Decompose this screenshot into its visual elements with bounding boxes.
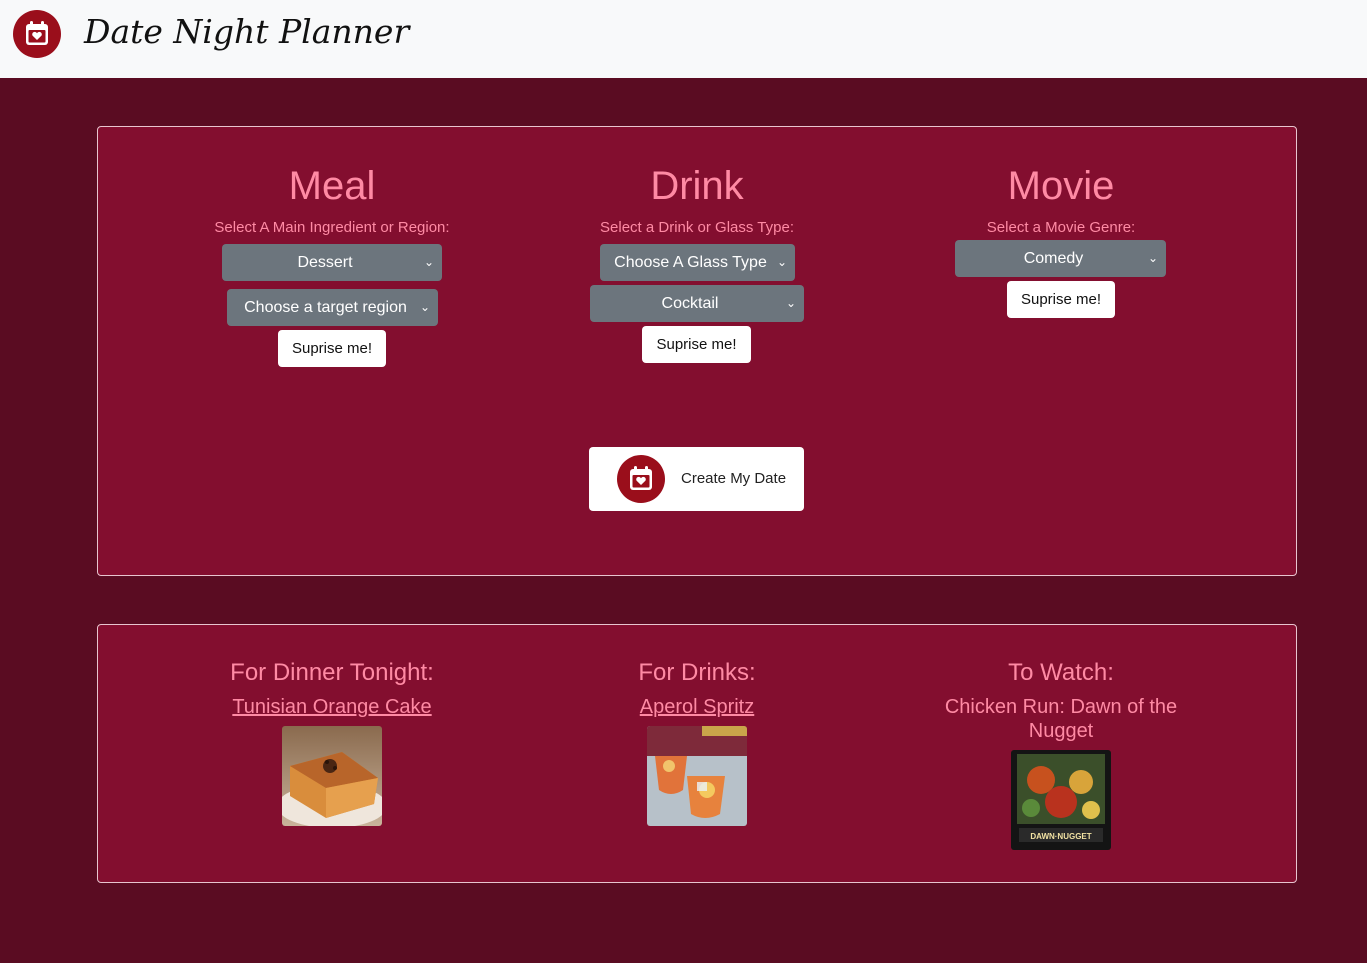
movie-surprise-button[interactable]: Suprise me! bbox=[1007, 281, 1115, 318]
meal-surprise-button[interactable]: Suprise me! bbox=[278, 330, 386, 367]
movie-title: Movie bbox=[1007, 164, 1115, 208]
dinner-recipe-link[interactable]: Tunisian Orange Cake bbox=[182, 695, 482, 719]
calendar-heart-icon[interactable] bbox=[13, 10, 61, 58]
chevron-down-icon: ⌄ bbox=[423, 255, 434, 269]
drinks-heading: For Drinks: bbox=[638, 659, 756, 686]
poster-title: DAWN·NUGGET bbox=[1030, 832, 1091, 841]
drink-recipe-link[interactable]: Aperol Spritz bbox=[547, 695, 847, 719]
calendar-heart-icon bbox=[617, 455, 665, 503]
meal-label: Select A Main Ingredient or Region: bbox=[214, 219, 450, 236]
genre-select-value: Comedy bbox=[1023, 250, 1084, 267]
ingredient-select-value: Dessert bbox=[297, 254, 353, 271]
dinner-heading: For Dinner Tonight: bbox=[230, 659, 434, 686]
results-card: For Dinner Tonight: Tunisian Orange Cake bbox=[97, 624, 1297, 883]
region-select[interactable]: Choose a target region ⌄ bbox=[227, 289, 438, 326]
dinner-image[interactable] bbox=[282, 726, 382, 826]
genre-select[interactable]: Comedy ⌄ bbox=[955, 240, 1166, 277]
create-date-label: Create My Date bbox=[681, 470, 787, 487]
drink-image[interactable] bbox=[647, 726, 747, 826]
app-title[interactable]: Date Night Planner bbox=[84, 12, 409, 51]
region-select-value: Choose a target region bbox=[244, 299, 407, 316]
drink-surprise-button[interactable]: Suprise me! bbox=[642, 326, 751, 363]
drink-title: Drink bbox=[650, 164, 744, 208]
planner-card: Meal Select A Main Ingredient or Region:… bbox=[97, 126, 1297, 576]
meal-title: Meal bbox=[288, 164, 376, 208]
watch-heading: To Watch: bbox=[1008, 659, 1114, 686]
create-date-button[interactable]: Create My Date bbox=[589, 447, 804, 511]
drink-label: Select a Drink or Glass Type: bbox=[600, 219, 794, 236]
movie-poster[interactable]: DAWN·NUGGET bbox=[1011, 750, 1111, 850]
drink-select[interactable]: Cocktail ⌄ bbox=[590, 285, 804, 322]
movie-name: Chicken Run: Dawn of the Nugget bbox=[944, 696, 1178, 742]
movie-label: Select a Movie Genre: bbox=[986, 219, 1136, 236]
drink-select-value: Cocktail bbox=[661, 295, 719, 312]
chevron-down-icon: ⌄ bbox=[1147, 251, 1158, 265]
glass-type-select[interactable]: Choose A Glass Type ⌄ bbox=[600, 244, 795, 281]
chevron-down-icon: ⌄ bbox=[785, 296, 796, 310]
navbar: Date Night Planner bbox=[0, 0, 1367, 78]
glass-type-select-value: Choose A Glass Type bbox=[614, 254, 767, 271]
chevron-down-icon: ⌄ bbox=[419, 300, 430, 314]
ingredient-select[interactable]: Dessert ⌄ bbox=[222, 244, 442, 281]
chevron-down-icon: ⌄ bbox=[776, 255, 787, 269]
